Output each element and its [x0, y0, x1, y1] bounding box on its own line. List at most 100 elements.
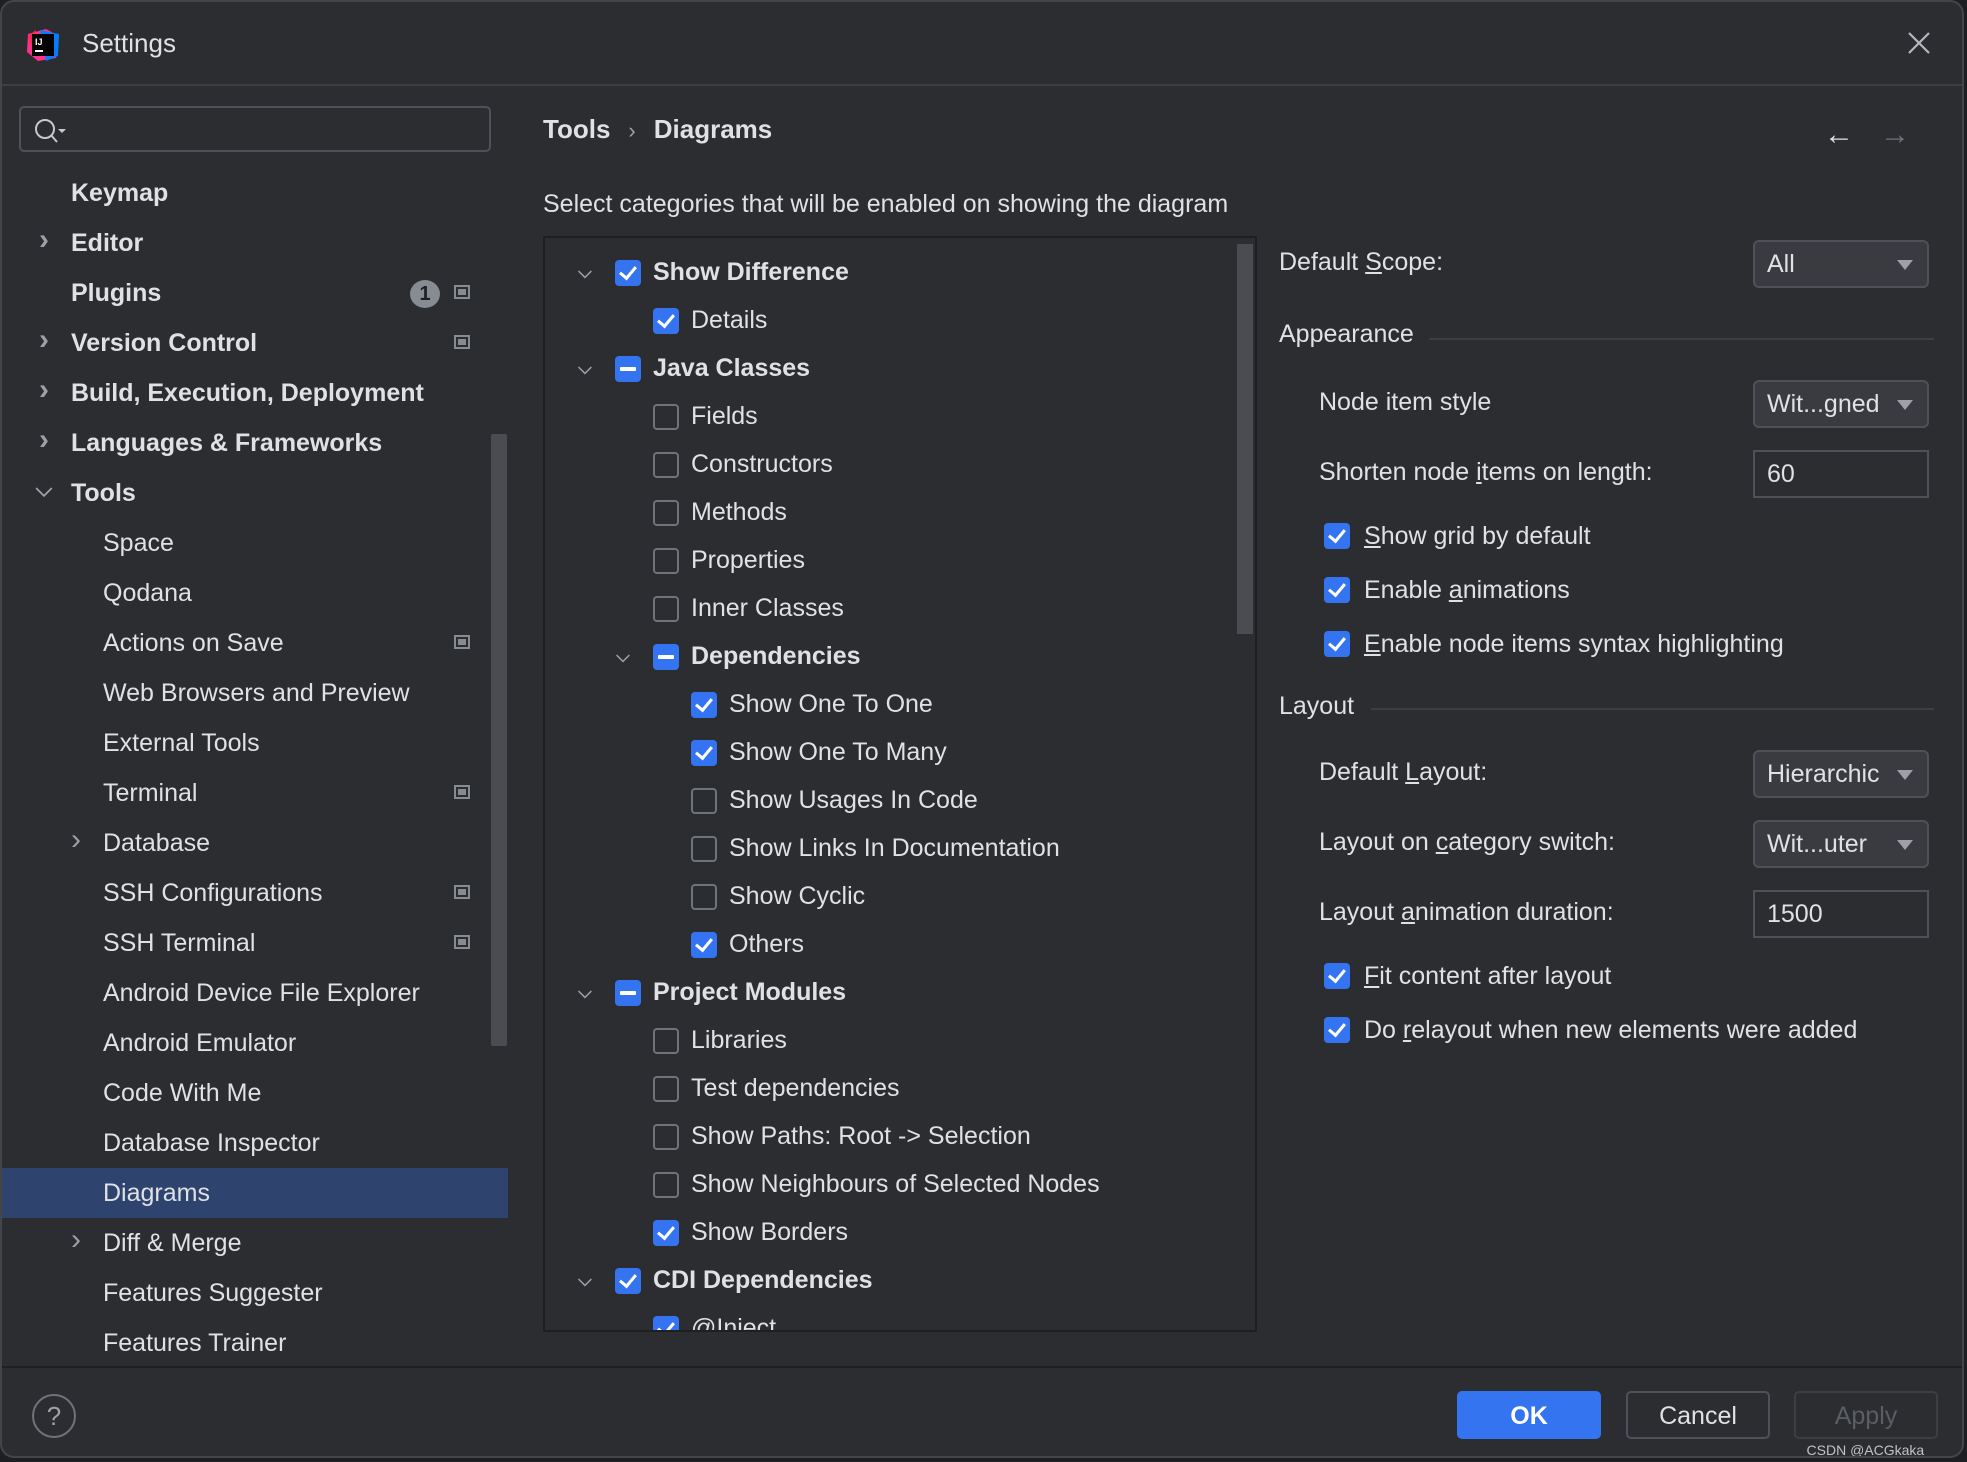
category-project-modules[interactable]: ⌵ Project Modules: [545, 970, 1235, 1014]
checkbox-checked[interactable]: [1324, 631, 1350, 657]
chevron-down-icon[interactable]: ⌵: [573, 1258, 597, 1302]
checkbox-unchecked[interactable]: [653, 548, 679, 574]
sidebar-item-android-device-file-explorer[interactable]: Android Device File Explorer: [2, 968, 508, 1018]
category-show-borders[interactable]: Show Borders: [545, 1210, 1235, 1254]
sidebar-item-code-with-me[interactable]: Code With Me: [2, 1068, 508, 1118]
cancel-button[interactable]: Cancel: [1626, 1391, 1770, 1439]
animation-duration-input[interactable]: [1753, 890, 1929, 938]
apply-button[interactable]: Apply: [1794, 1391, 1938, 1439]
category-inner-classes[interactable]: Inner Classes: [545, 586, 1235, 630]
sidebar-item-tools[interactable]: ⌵ Tools: [2, 468, 508, 518]
category-methods[interactable]: Methods: [545, 490, 1235, 534]
back-arrow-icon[interactable]: ←: [1824, 118, 1854, 152]
category-cdi-dependencies[interactable]: ⌵ CDI Dependencies: [545, 1258, 1235, 1302]
checkbox-unchecked[interactable]: [653, 404, 679, 430]
category-show-difference[interactable]: ⌵ Show Difference: [545, 250, 1235, 294]
checkbox-partial[interactable]: [615, 356, 641, 382]
checkbox-checked[interactable]: [1324, 963, 1350, 989]
category-show-one-to-one[interactable]: Show One To One: [545, 682, 1235, 726]
sidebar-item-database[interactable]: › Database: [2, 818, 508, 868]
checkbox-checked[interactable]: [691, 692, 717, 718]
category-show-paths-root-selection[interactable]: Show Paths: Root -> Selection: [545, 1114, 1235, 1158]
node-item-style-dropdown[interactable]: Wit...gned: [1753, 380, 1929, 428]
sidebar-item-android-emulator[interactable]: Android Emulator: [2, 1018, 508, 1068]
checkbox-checked[interactable]: [653, 308, 679, 334]
breadcrumb-tools[interactable]: Tools: [543, 114, 610, 144]
checkbox-unchecked[interactable]: [653, 1076, 679, 1102]
sidebar-item-features-trainer[interactable]: Features Trainer: [2, 1318, 508, 1368]
category-show-neighbours-of-selected-nodes[interactable]: Show Neighbours of Selected Nodes: [545, 1162, 1235, 1206]
checkbox-checked[interactable]: [1324, 523, 1350, 549]
category-fields[interactable]: Fields: [545, 394, 1235, 438]
chevron-right-icon[interactable]: ›: [34, 415, 54, 465]
sidebar-item-database-inspector[interactable]: Database Inspector: [2, 1118, 508, 1168]
checkbox-checked[interactable]: [653, 1220, 679, 1246]
chevron-right-icon[interactable]: ›: [34, 315, 54, 365]
sidebar-item-keymap[interactable]: Keymap: [2, 168, 508, 218]
checkbox-checked[interactable]: [653, 1316, 679, 1330]
sidebar-item-ssh-configurations[interactable]: SSH Configurations: [2, 868, 508, 918]
category-show-links-in-documentation[interactable]: Show Links In Documentation: [545, 826, 1235, 870]
category-show-cyclic[interactable]: Show Cyclic: [545, 874, 1235, 918]
sidebar-item-qodana[interactable]: Qodana: [2, 568, 508, 618]
chevron-down-icon[interactable]: ⌵: [573, 970, 597, 1014]
chevron-down-icon[interactable]: ⌵: [611, 634, 635, 678]
category-show-one-to-many[interactable]: Show One To Many: [545, 730, 1235, 774]
checkbox-unchecked[interactable]: [653, 1028, 679, 1054]
category-dependencies[interactable]: ⌵ Dependencies: [545, 634, 1235, 678]
chevron-right-icon[interactable]: ›: [66, 1215, 86, 1265]
category-switch-dropdown[interactable]: Wit...uter: [1753, 820, 1929, 868]
checkbox-unchecked[interactable]: [653, 452, 679, 478]
checkbox-unchecked[interactable]: [691, 788, 717, 814]
checkbox-partial[interactable]: [653, 644, 679, 670]
chevron-down-icon[interactable]: ⌵: [34, 464, 54, 514]
ok-button[interactable]: OK: [1457, 1391, 1601, 1439]
sidebar-item-features-suggester[interactable]: Features Suggester: [2, 1268, 508, 1318]
category-inject[interactable]: @Inject: [545, 1306, 1235, 1330]
checkbox-checked[interactable]: [1324, 577, 1350, 603]
chevron-right-icon[interactable]: ›: [34, 365, 54, 415]
sidebar-item-languages-frameworks[interactable]: › Languages & Frameworks: [2, 418, 508, 468]
chevron-down-icon[interactable]: ⌵: [573, 250, 597, 294]
help-icon[interactable]: ?: [32, 1394, 76, 1438]
checkbox-unchecked[interactable]: [691, 884, 717, 910]
checkbox-unchecked[interactable]: [691, 836, 717, 862]
sidebar-scrollbar[interactable]: [491, 434, 507, 1046]
category-details[interactable]: Details: [545, 298, 1235, 342]
checkbox-checked[interactable]: [1324, 1017, 1350, 1043]
sidebar-item-version-control[interactable]: › Version Control: [2, 318, 508, 368]
sidebar-item-diagrams[interactable]: Diagrams: [2, 1168, 508, 1218]
sidebar-item-build-execution-deployment[interactable]: › Build, Execution, Deployment: [2, 368, 508, 418]
category-libraries[interactable]: Libraries: [545, 1018, 1235, 1062]
category-constructors[interactable]: Constructors: [545, 442, 1235, 486]
chevron-right-icon[interactable]: ›: [34, 215, 54, 265]
category-show-usages-in-code[interactable]: Show Usages In Code: [545, 778, 1235, 822]
sidebar-item-terminal[interactable]: Terminal: [2, 768, 508, 818]
checkbox-unchecked[interactable]: [653, 596, 679, 622]
search-field[interactable]: [19, 106, 491, 152]
forward-arrow-icon[interactable]: →: [1880, 118, 1910, 152]
chevron-right-icon[interactable]: ›: [66, 815, 86, 865]
checkbox-checked[interactable]: [691, 740, 717, 766]
sidebar-item-plugins[interactable]: Plugins 1: [2, 268, 508, 318]
sidebar-item-ssh-terminal[interactable]: SSH Terminal: [2, 918, 508, 968]
search-input[interactable]: [81, 114, 475, 146]
checkbox-partial[interactable]: [615, 980, 641, 1006]
sidebar-item-actions-on-save[interactable]: Actions on Save: [2, 618, 508, 668]
checkbox-checked[interactable]: [615, 260, 641, 286]
categories-scrollbar[interactable]: [1237, 244, 1253, 634]
shorten-length-input[interactable]: [1753, 450, 1929, 498]
category-java-classes[interactable]: ⌵ Java Classes: [545, 346, 1235, 390]
checkbox-unchecked[interactable]: [653, 1172, 679, 1198]
sidebar-item-web-browsers-and-preview[interactable]: Web Browsers and Preview: [2, 668, 508, 718]
checkbox-unchecked[interactable]: [653, 500, 679, 526]
category-properties[interactable]: Properties: [545, 538, 1235, 582]
default-scope-dropdown[interactable]: All: [1753, 240, 1929, 288]
checkbox-unchecked[interactable]: [653, 1124, 679, 1150]
chevron-down-icon[interactable]: ⌵: [573, 346, 597, 390]
category-others[interactable]: Others: [545, 922, 1235, 966]
checkbox-checked[interactable]: [615, 1268, 641, 1294]
sidebar-item-space[interactable]: Space: [2, 518, 508, 568]
close-icon[interactable]: [1906, 30, 1932, 56]
sidebar-item-diff-merge[interactable]: › Diff & Merge: [2, 1218, 508, 1268]
